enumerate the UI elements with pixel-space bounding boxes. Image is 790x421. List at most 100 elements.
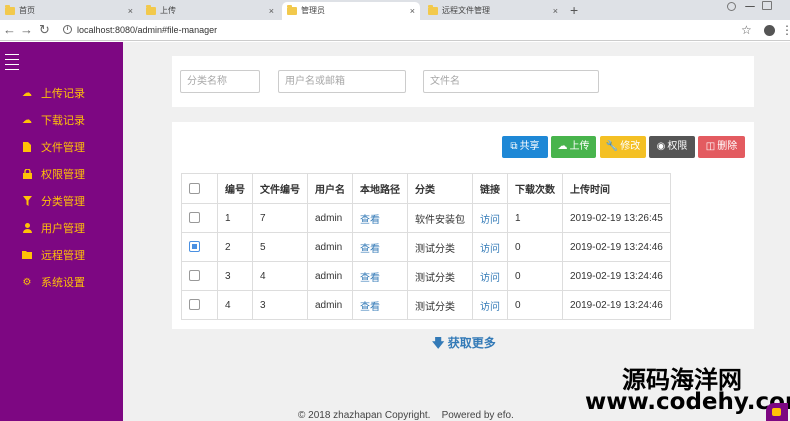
sidebar-item-label: 上传记录 [41,88,85,100]
tab-label: 首页 [19,6,35,15]
browser-tab-home[interactable]: 首页 × [0,2,138,20]
url-field[interactable]: localhost:8080/admin#file-manager [77,24,217,36]
cell-downloads: 0 [507,261,563,291]
table-row[interactable]: 1 7 admin 查看 软件安装包 访问 1 2019-02-19 13:26… [181,203,671,233]
visit-link[interactable]: 访问 [480,302,500,313]
sidebar-item-system-settings[interactable]: ⚙ 系统设置 [0,274,123,292]
folder-icon [5,5,15,15]
corner-badge-icon[interactable] [766,403,788,421]
account-icon[interactable] [764,25,775,36]
cell-upload-time: 2019-02-19 13:26:45 [562,203,671,233]
footer-copyright: © 2018 zhazhapan Copyright. Powered by e… [298,410,514,421]
table-row[interactable]: 4 3 admin 查看 测试分类 访问 0 2019-02-19 13:24:… [181,290,671,320]
sidebar-item-label: 分类管理 [41,196,85,208]
visit-link[interactable]: 访问 [480,215,500,226]
permission-button[interactable]: ◉ 权限 [649,136,695,158]
close-icon[interactable]: × [269,2,274,20]
close-icon[interactable]: × [410,2,415,20]
sidebar-item-user-management[interactable]: 用户管理 [0,220,123,238]
load-more-button[interactable]: 🡇 获取更多 [432,335,496,351]
column-header-user[interactable]: 用户名 [307,173,353,204]
browser-tab-admin[interactable]: 管理员 × [282,2,420,20]
filename-input[interactable] [423,70,599,93]
sidebar-item-permission-management[interactable]: 权限管理 [0,166,123,184]
sidebar: ☁ 上传记录 ☁ 下载记录 文件管理 权限管理 分类管理 用户管理 远程管理 ⚙… [0,42,123,421]
cell-file-id: 7 [252,203,308,233]
edit-button[interactable]: 🔧 修改 [600,136,646,158]
sidebar-item-file-management[interactable]: 文件管理 [0,139,123,157]
select-all-cell [181,173,218,204]
filter-icon [22,196,32,207]
forward-icon[interactable]: → [20,22,33,38]
column-header-upload-time[interactable]: 上传时间 [562,173,671,204]
column-header-id[interactable]: 编号 [217,173,253,204]
sidebar-item-upload-records[interactable]: ☁ 上传记录 [0,85,123,103]
visit-link[interactable]: 访问 [480,244,500,255]
reload-icon[interactable]: ↻ [39,22,50,38]
select-all-checkbox[interactable] [189,182,200,194]
browser-tab-remote[interactable]: 远程文件管理 × [423,2,563,20]
close-icon[interactable]: × [553,2,558,20]
visit-link[interactable]: 访问 [480,273,500,284]
row-checkbox[interactable] [189,212,200,224]
view-path-link[interactable]: 查看 [360,215,380,226]
share-button[interactable]: ⧉ 共享 [502,136,548,158]
row-checkbox-cell [181,232,218,262]
main-content: ⧉共享 ☁上传 🔧修改 ◉权限 ◫删除 编号 文件编号 用户名 本地路径 分类 [123,42,790,421]
cell-user: admin [307,232,353,262]
cell-category: 软件安装包 [407,203,473,233]
row-checkbox[interactable] [189,299,200,311]
cell-upload-time: 2019-02-19 13:24:46 [562,261,671,291]
sidebar-item-remote-management[interactable]: 远程管理 [0,247,123,265]
folder-icon [428,5,438,15]
cloud-upload-icon: ☁ [22,88,32,99]
table-row[interactable]: 3 4 admin 查看 测试分类 访问 0 2019-02-19 13:24:… [181,261,671,291]
user-icon [22,223,32,234]
cell-file-id: 5 [252,232,308,262]
category-name-input[interactable] [180,70,260,93]
close-icon[interactable]: × [128,2,133,20]
cell-id: 3 [217,261,253,291]
maximize-icon[interactable] [762,1,772,10]
column-header-local-path[interactable]: 本地路径 [352,173,408,204]
file-table: 编号 文件编号 用户名 本地路径 分类 链接 下载次数 上传时间 1 7 adm… [181,173,671,320]
table-row[interactable]: 2 5 admin 查看 测试分类 访问 0 2019-02-19 13:24:… [181,232,671,262]
sidebar-item-label: 权限管理 [41,169,85,181]
trash-icon: ◫ [705,141,716,152]
column-header-link[interactable]: 链接 [472,173,508,204]
column-header-downloads[interactable]: 下载次数 [507,173,563,204]
column-header-category[interactable]: 分类 [407,173,473,204]
username-or-email-input[interactable] [278,70,406,93]
view-path-link[interactable]: 查看 [360,244,380,255]
sidebar-item-download-records[interactable]: ☁ 下载记录 [0,112,123,130]
folder-icon [287,5,297,15]
upload-button[interactable]: ☁ 上传 [551,136,596,158]
view-path-link[interactable]: 查看 [360,302,380,313]
lock-icon [22,168,32,180]
close-window-icon[interactable] [778,1,788,10]
wrench-icon: 🔧 [605,141,619,152]
column-header-file-id[interactable]: 文件编号 [252,173,308,204]
browser-tab-bar: 首页 × 上传 × 管理员 × 远程文件管理 × + [0,0,790,20]
view-path-link[interactable]: 查看 [360,273,380,284]
back-icon[interactable]: ← [3,22,16,38]
menu-icon[interactable]: ⋮ [781,23,790,37]
table-header-row: 编号 文件编号 用户名 本地路径 分类 链接 下载次数 上传时间 [181,173,671,204]
hamburger-icon[interactable] [5,54,19,74]
bookmark-star-icon[interactable]: ☆ [741,22,752,38]
sidebar-item-category-management[interactable]: 分类管理 [0,193,123,211]
profile-icon[interactable] [727,2,736,11]
browser-tab-upload[interactable]: 上传 × [141,2,279,20]
row-checkbox-cell [181,290,218,320]
share-icon: ⧉ [510,141,518,152]
minimize-icon[interactable] [745,1,755,7]
row-checkbox[interactable] [189,241,200,253]
new-tab-button[interactable]: + [570,1,578,19]
cell-local-path: 查看 [352,261,408,291]
cloud-upload-icon: ☁ [557,141,568,152]
cell-file-id: 3 [252,290,308,320]
delete-button[interactable]: ◫ 删除 [698,136,745,158]
file-table-panel: ⧉ 共享 ☁ 上传 🔧 修改 ◉ 权限 ◫ 删除 编号 文件编号 用户名 本地路径 分类 [172,122,754,329]
row-checkbox[interactable] [189,270,200,282]
info-icon[interactable]: i [63,25,72,34]
